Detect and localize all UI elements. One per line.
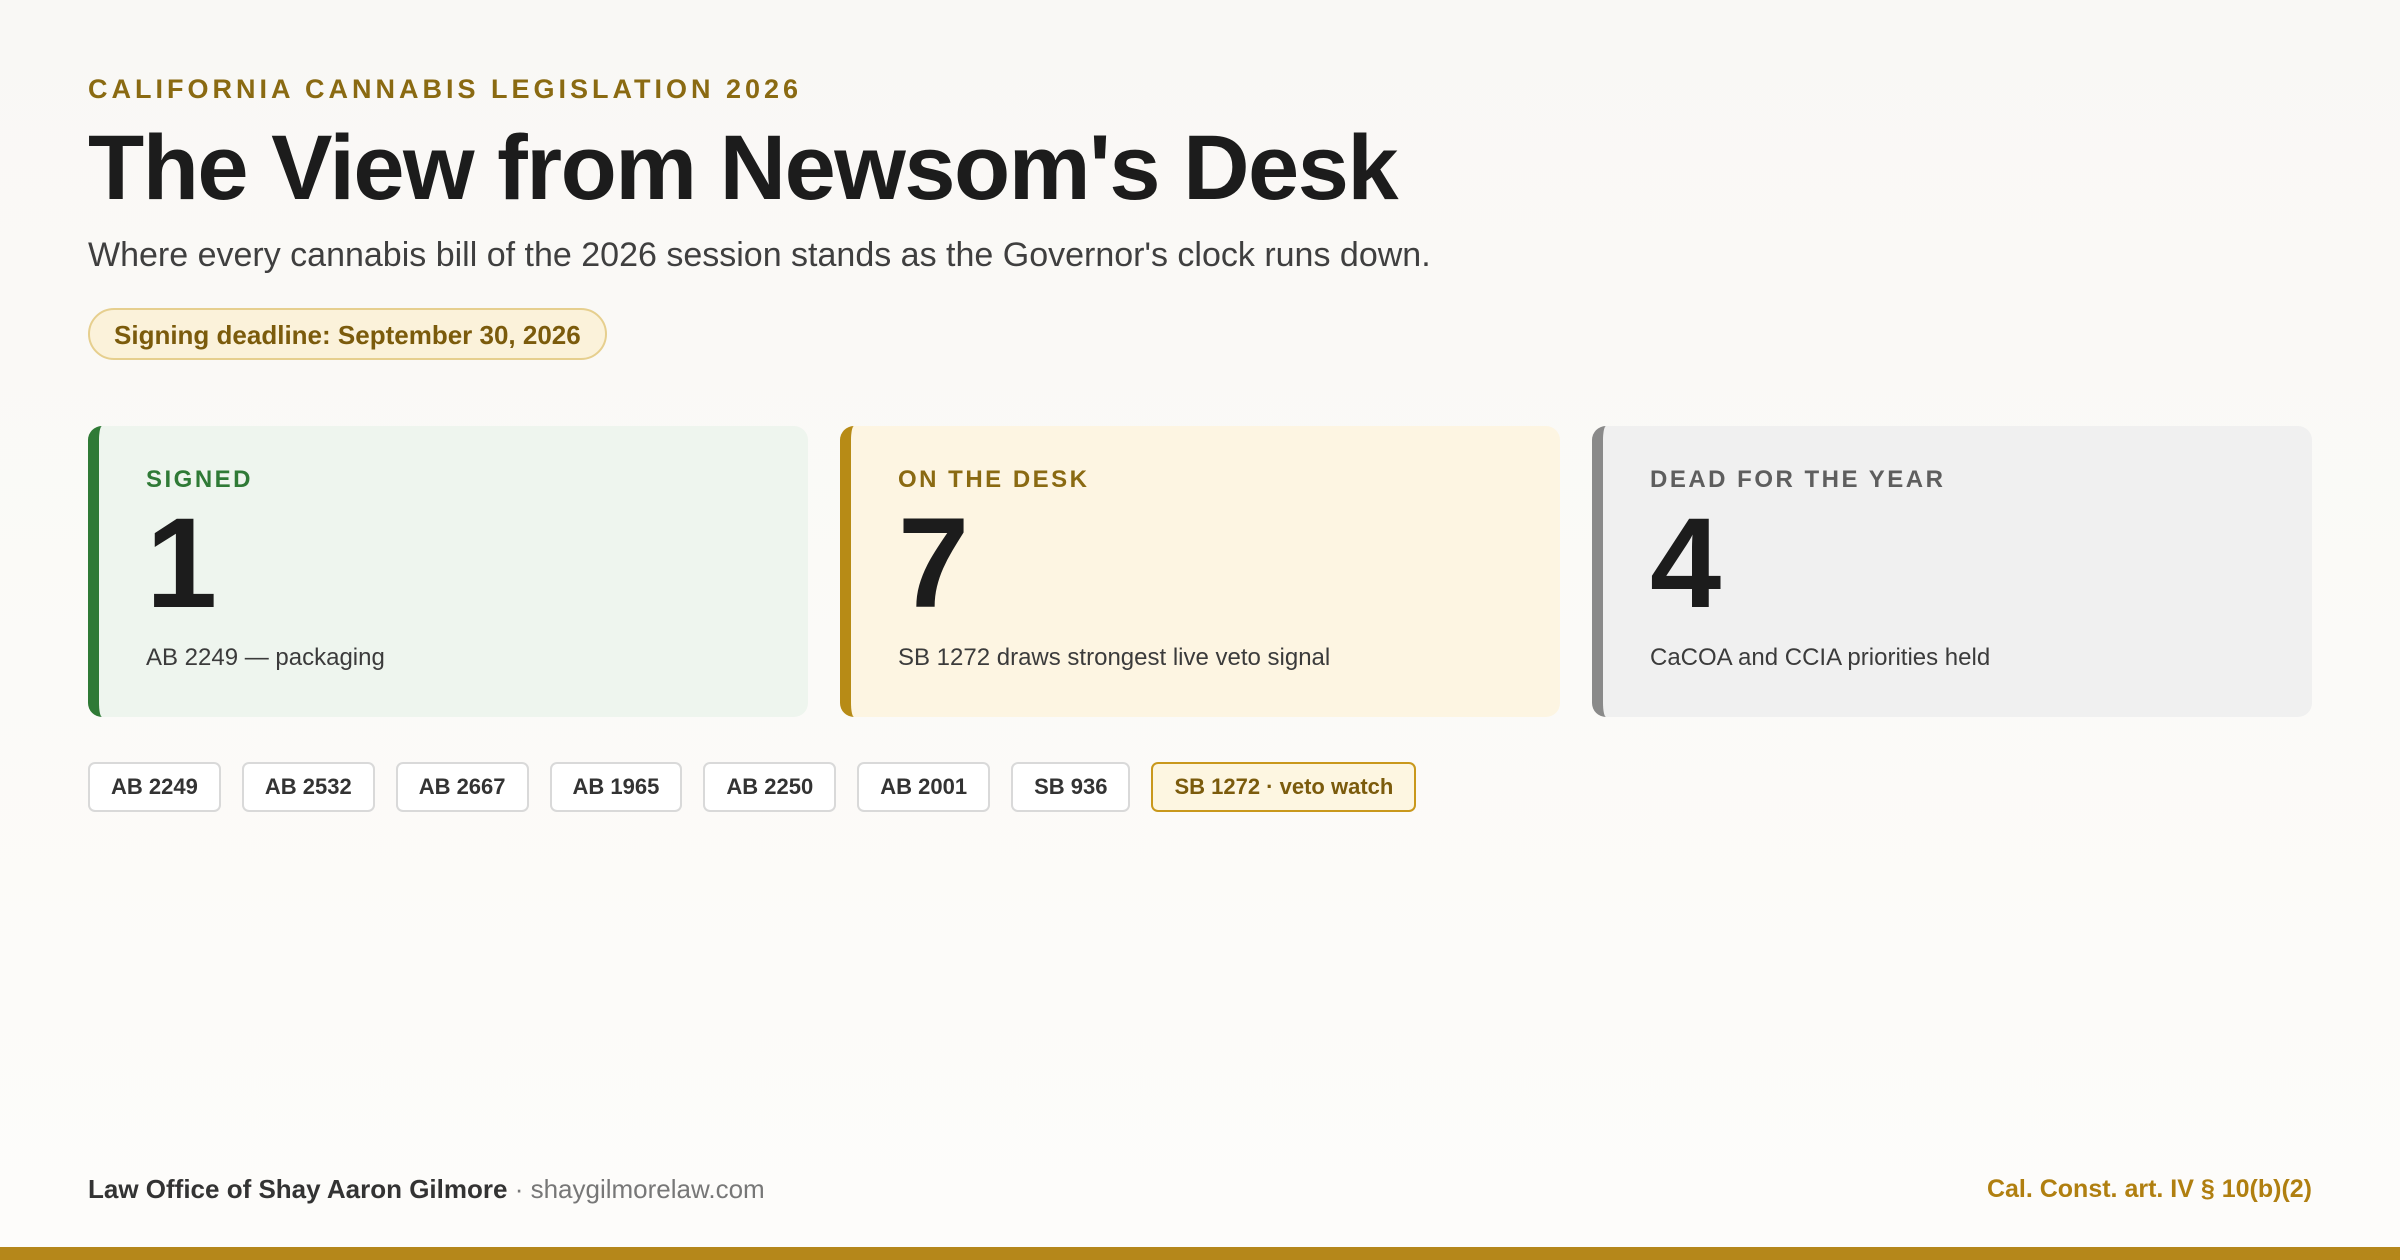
footer-firm-name: Law Office of Shay Aaron Gilmore bbox=[88, 1174, 508, 1204]
page-title: The View from Newsom's Desk bbox=[88, 117, 1399, 219]
card-desk-count: 7 bbox=[898, 492, 970, 635]
footer-website-link[interactable]: shaygilmorelaw.com bbox=[531, 1174, 765, 1204]
card-dead-count: 4 bbox=[1650, 492, 1722, 635]
bill-chip-sb-936[interactable]: SB 936 bbox=[1011, 762, 1131, 812]
card-signed: SIGNED 1 AB 2249 — packaging bbox=[88, 426, 808, 717]
card-desk-label: ON THE DESK bbox=[898, 466, 1090, 493]
footer-separator: · bbox=[514, 1174, 524, 1204]
bottom-accent-bar bbox=[0, 1247, 2400, 1260]
bill-chip-ab-2001[interactable]: AB 2001 bbox=[857, 762, 991, 812]
card-signed-label: SIGNED bbox=[146, 466, 254, 493]
page: CALIFORNIA CANNABIS LEGISLATION 2026 The… bbox=[88, 0, 2312, 1260]
bill-chip-sb-1272-veto-watch[interactable]: SB 1272 · veto watch bbox=[1151, 762, 1417, 812]
bill-chip-ab-2667[interactable]: AB 2667 bbox=[395, 762, 529, 812]
status-cards: SIGNED 1 AB 2249 — packaging ON THE DESK… bbox=[88, 426, 2312, 717]
bill-chip-ab-1965[interactable]: AB 1965 bbox=[549, 762, 683, 812]
footer-credit: Law Office of Shay Aaron Gilmore · shayg… bbox=[88, 1174, 765, 1205]
card-on-the-desk: ON THE DESK 7 SB 1272 draws strongest li… bbox=[840, 426, 1560, 717]
bill-chip-list: AB 2249 AB 2532 AB 2667 AB 1965 AB 2250 … bbox=[88, 762, 1417, 812]
bill-chip-ab-2249[interactable]: AB 2249 bbox=[88, 762, 221, 812]
card-dead-for-year: DEAD FOR THE YEAR 4 CaCOA and CCIA prior… bbox=[1592, 426, 2312, 717]
bill-chip-ab-2250[interactable]: AB 2250 bbox=[703, 762, 837, 812]
footer-citation: Cal. Const. art. IV § 10(b)(2) bbox=[1986, 1175, 2312, 1203]
page-subtitle: Where every cannabis bill of the 2026 se… bbox=[88, 236, 1431, 274]
card-signed-count: 1 bbox=[146, 492, 218, 635]
card-dead-label: DEAD FOR THE YEAR bbox=[1650, 466, 1946, 493]
card-desk-note: SB 1272 draws strongest live veto signal bbox=[898, 644, 1331, 671]
deadline-badge: Signing deadline: September 30, 2026 bbox=[88, 308, 607, 360]
card-signed-note: AB 2249 — packaging bbox=[146, 644, 385, 671]
card-dead-note: CaCOA and CCIA priorities held bbox=[1650, 644, 1991, 671]
eyebrow-label: CALIFORNIA CANNABIS LEGISLATION 2026 bbox=[88, 74, 803, 104]
bill-chip-ab-2532[interactable]: AB 2532 bbox=[241, 762, 375, 812]
